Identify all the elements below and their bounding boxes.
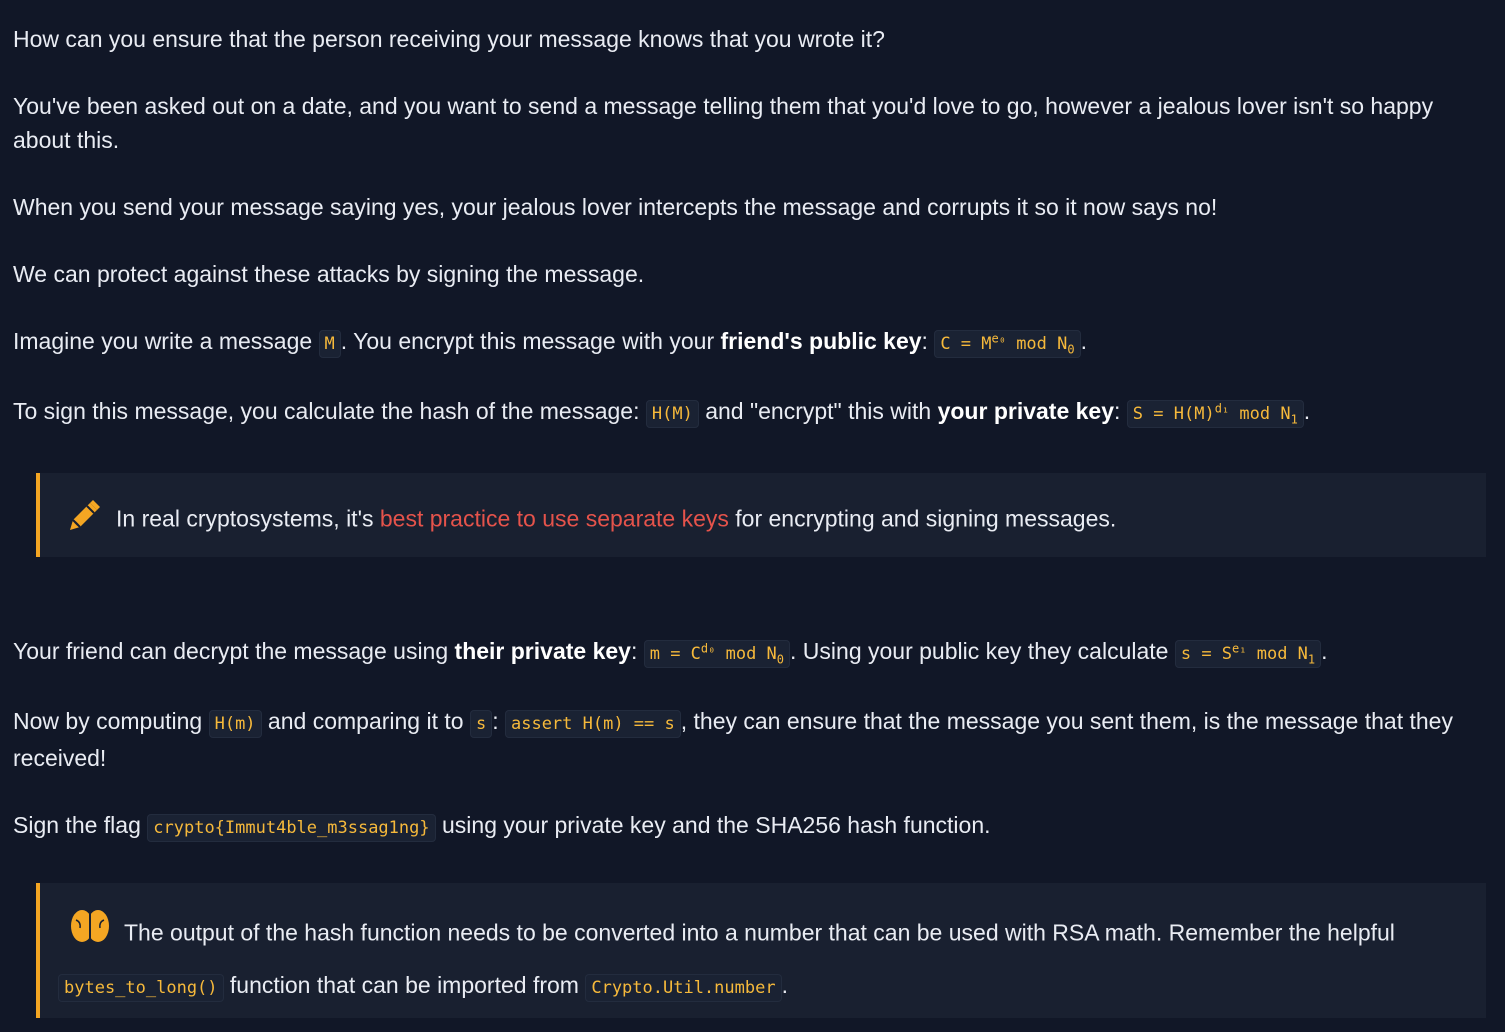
inline-code-encryption-formula: C = Me₀ mod N0 [934, 330, 1081, 358]
bold-their-private-key: their private key [454, 638, 631, 664]
paragraph-protect: We can protect against these attacks by … [13, 261, 645, 287]
inline-code-assert: assert H(m) == s [504, 710, 681, 738]
inline-code-M: M [318, 330, 341, 358]
pencil-icon [66, 498, 102, 543]
inline-code-signature-formula: S = H(M)d₁ mod N1 [1126, 400, 1304, 428]
separate-keys-link[interactable]: best practice to use separate keys [380, 506, 729, 532]
inline-code-s: s [469, 710, 493, 738]
paragraph-sign: To sign this message, you calculate the … [13, 398, 1311, 428]
bold-friends-public-key: friend's public key [720, 328, 922, 354]
brain-icon [70, 908, 110, 961]
paragraph-intro: How can you ensure that the person recei… [13, 26, 885, 52]
paragraph-decrypt: Your friend can decrypt the message usin… [13, 638, 1328, 668]
paragraph-compare: Now by computing H(m) and comparing it t… [13, 708, 1453, 771]
article-body: How can you ensure that the person recei… [13, 22, 1495, 464]
inline-code-hash-m: H(m) [208, 710, 262, 738]
paragraph-encrypt: Imagine you write a message M. You encry… [13, 328, 1087, 358]
inline-code-bytes-to-long: bytes_to_long() [58, 974, 224, 1002]
callout-note: In real cryptosystems, it's best practic… [36, 473, 1486, 557]
callout-hint: The output of the hash function needs to… [36, 883, 1486, 1018]
article-body-continued: Your friend can decrypt the message usin… [13, 634, 1495, 878]
inline-code-flag: crypto{Immut4ble_m3ssag1ng} [147, 814, 436, 842]
bold-your-private-key: your private key [937, 398, 1115, 424]
inline-code-hash-M: H(M) [645, 400, 699, 428]
paragraph-task: Sign the flag crypto{Immut4ble_m3ssag1ng… [13, 808, 1495, 845]
inline-code-decryption-formula: m = Cd₀ mod N0 [643, 640, 791, 668]
paragraph-attack: When you send your message saying yes, y… [13, 194, 1218, 220]
inline-code-crypto-util-number: Crypto.Util.number [585, 974, 782, 1002]
paragraph-scenario: You've been asked out on a date, and you… [13, 93, 1434, 153]
inline-code-verify-formula: s = Se₁ mod N1 [1174, 640, 1322, 668]
